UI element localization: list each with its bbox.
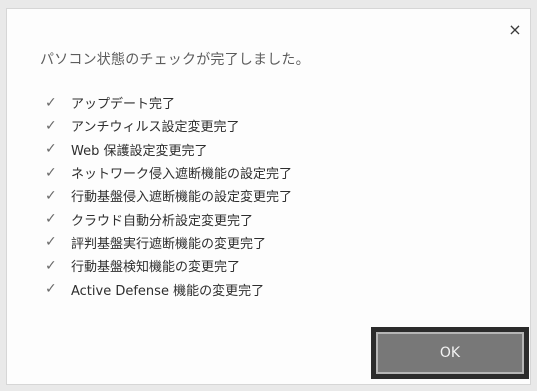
completed-items-list: ✓ アップデート完了 ✓ アンチウィルス設定変更完了 ✓ Web 保護設定変更完… — [45, 91, 292, 301]
item-label: Active Defense 機能の変更完了 — [71, 283, 265, 299]
check-icon: ✓ — [45, 117, 57, 134]
check-icon: ✓ — [45, 141, 57, 158]
list-item: ✓ 行動基盤検知機能の変更完了 — [45, 254, 292, 277]
item-label: アップデート完了 — [71, 97, 176, 113]
item-label: Web 保護設定変更完了 — [71, 143, 208, 159]
list-item: ✓ Web 保護設定変更完了 — [45, 138, 292, 161]
check-icon: ✓ — [45, 187, 57, 204]
dialog-title: パソコン状態のチェックが完了しました。 — [40, 52, 310, 68]
item-label: クラウド自動分析設定変更完了 — [71, 213, 254, 229]
check-icon: ✓ — [45, 94, 57, 111]
check-icon: ✓ — [45, 211, 57, 228]
item-label: 行動基盤侵入遮断機能の設定変更完了 — [71, 190, 293, 206]
list-item: ✓ 評判基盤実行遮断機能の変更完了 — [45, 231, 292, 254]
ok-button[interactable]: OK — [371, 327, 529, 379]
item-label: アンチウィルス設定変更完了 — [71, 120, 240, 136]
check-icon: ✓ — [45, 164, 57, 181]
list-item: ✓ ネットワーク侵入遮断機能の設定完了 — [45, 161, 292, 184]
item-label: ネットワーク侵入遮断機能の設定完了 — [71, 167, 293, 183]
item-label: 評判基盤実行遮断機能の変更完了 — [71, 236, 267, 252]
check-icon: ✓ — [45, 281, 57, 298]
check-icon: ✓ — [45, 257, 57, 274]
completion-dialog: × パソコン状態のチェックが完了しました。 ✓ アップデート完了 ✓ アンチウィ… — [6, 8, 531, 385]
list-item: ✓ 行動基盤侵入遮断機能の設定変更完了 — [45, 184, 292, 207]
list-item: ✓ アンチウィルス設定変更完了 — [45, 114, 292, 137]
list-item: ✓ アップデート完了 — [45, 91, 292, 114]
check-icon: ✓ — [45, 234, 57, 251]
close-button[interactable]: × — [506, 21, 524, 39]
list-item: ✓ クラウド自動分析設定変更完了 — [45, 207, 292, 230]
list-item: ✓ Active Defense 機能の変更完了 — [45, 277, 292, 300]
item-label: 行動基盤検知機能の変更完了 — [71, 260, 241, 276]
